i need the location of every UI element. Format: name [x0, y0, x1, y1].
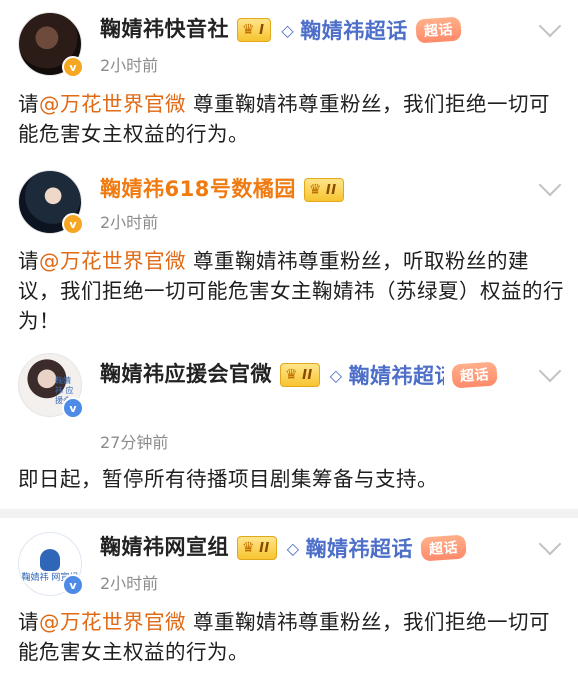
- mention-link[interactable]: @万花世界官微: [39, 610, 186, 634]
- level-text: II: [325, 182, 337, 198]
- username[interactable]: 鞠婧祎网宣组 ♛ II ◇ 鞠婧祎超话 超话: [100, 531, 467, 563]
- chevron-down-icon[interactable]: [538, 359, 562, 383]
- crown-level-badge: ♛ II: [280, 363, 320, 387]
- supertopic-text[interactable]: 鞠婧祎超话: [306, 533, 414, 563]
- supertopic-text[interactable]: 鞠婧祎超话: [349, 360, 444, 390]
- diamond-icon: ◇: [286, 538, 300, 558]
- crown-icon: ♛: [308, 182, 322, 198]
- crown-level-badge: ♛ II: [303, 178, 344, 202]
- timestamp: 2小时前: [100, 56, 159, 75]
- post-content: 请@万花世界官微 尊重鞠婧祎尊重粉丝，听取粉丝的建议，我们拒绝一切可能危害女主鞠…: [18, 246, 564, 336]
- chevron-down-icon[interactable]: [538, 173, 562, 197]
- mention-link[interactable]: @万花世界官微: [39, 249, 186, 273]
- supertopic-link[interactable]: ◇ 鞠婧祎超话超话: [286, 533, 467, 563]
- username-text[interactable]: 鞠婧祎快音社: [100, 17, 229, 41]
- post-content: 请@万花世界官微 尊重鞠婧祎尊重粉丝，我们拒绝一切可能危害女主权益的行为。: [18, 607, 564, 667]
- username-text[interactable]: 鞠婧祎618号数橘园: [100, 177, 296, 201]
- username[interactable]: 鞠婧祎618号数橘园 ♛ II: [100, 173, 344, 203]
- diamond-icon: ◇: [329, 365, 343, 385]
- username[interactable]: 鞠婧祎快音社 ♛ I ◇ 鞠婧祎超话 超话: [100, 13, 462, 45]
- supertopic-text[interactable]: 鞠婧祎超话: [300, 15, 408, 45]
- post-content: 即日起，暂停所有待播项目剧集筹备与支持。: [18, 467, 438, 491]
- crown-level-badge: ♛ II: [237, 536, 277, 560]
- supertopic-link[interactable]: ◇ 鞠婧祎超话超话: [329, 360, 498, 390]
- crown-level-badge: ♛ I: [237, 18, 272, 42]
- post-divider: [0, 509, 578, 518]
- verified-icon: v: [62, 213, 84, 235]
- mention-link[interactable]: @万花世界官微: [39, 92, 186, 116]
- post-3: 鞠婧祎 应援会 v 鞠婧祎应援会官微♛II◇鞠婧祎超话超话 27分钟前 即日起，…: [0, 345, 578, 505]
- username-text[interactable]: 鞠婧祎网宣组: [100, 535, 229, 559]
- post-4: 鞠婧祎 网宣组 v 鞠婧祎网宣组 ♛ II ◇ 鞠婧祎超话 超话 2小时前 请@万花世界官…: [0, 518, 578, 700]
- supertopic-tag: 超话: [450, 361, 498, 389]
- level-text: I: [259, 22, 265, 38]
- crown-icon: ♛: [242, 22, 256, 38]
- logo-icon: [40, 548, 60, 571]
- timestamp: 2小时前: [100, 213, 159, 232]
- crown-icon: ♛: [285, 367, 299, 383]
- chevron-down-icon[interactable]: [538, 14, 562, 38]
- chevron-down-icon[interactable]: [538, 532, 562, 556]
- post-2: v 鞠婧祎618号数橘园 ♛ II 2小时前 请@万花世界官微 尊重鞠婧祎尊重粉丝，…: [0, 165, 578, 345]
- post-1: v 鞠婧祎快音社 ♛ I ◇ 鞠婧祎超话 超话 2小时前 请@万花世界官微 尊重鞠婧祎尊重…: [0, 0, 578, 165]
- supertopic-tag: 超话: [414, 16, 462, 44]
- crown-icon: ♛: [242, 540, 256, 556]
- supertopic-tag: 超话: [420, 534, 467, 562]
- verified-icon: v: [62, 574, 84, 596]
- timestamp: 27分钟前: [100, 433, 169, 452]
- content-prefix: 请: [18, 92, 39, 116]
- content-prefix: 请: [18, 610, 39, 634]
- supertopic-link[interactable]: ◇鞠婧祎超话超话: [281, 15, 462, 45]
- content-prefix: 请: [18, 249, 39, 273]
- timestamp: 2小时前: [100, 574, 159, 593]
- username[interactable]: 鞠婧祎应援会官微 ♛II ◇ 鞠婧祎超话超话: [100, 358, 498, 390]
- username-text[interactable]: 鞠婧祎应援会官微: [100, 362, 272, 386]
- verified-icon: v: [62, 397, 84, 419]
- level-text: II: [259, 540, 270, 556]
- level-text: II: [302, 367, 313, 383]
- verified-icon: v: [62, 56, 84, 78]
- diamond-icon: ◇: [281, 20, 295, 40]
- post-content: 请@万花世界官微 尊重鞠婧祎尊重粉丝，我们拒绝一切可能危害女主权益的行为。: [18, 89, 564, 149]
